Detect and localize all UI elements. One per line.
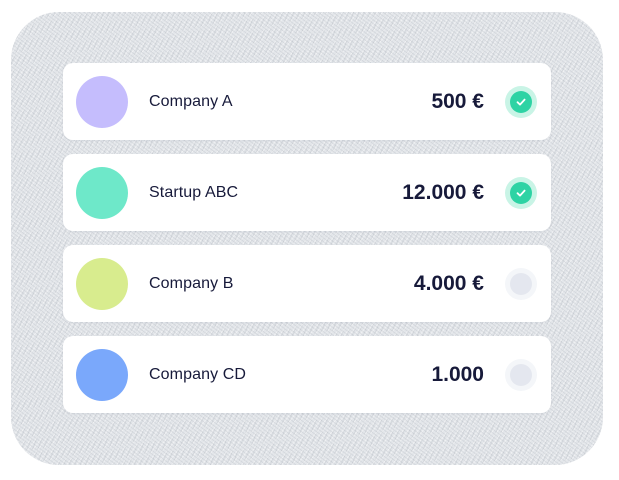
company-name: Startup ABC: [149, 184, 239, 201]
payment-checkbox[interactable]: [505, 359, 537, 391]
payment-amount: 4.000 €: [413, 272, 484, 295]
company-avatar: [76, 76, 128, 128]
payment-row-company-b[interactable]: Company B 4.000 €: [63, 245, 551, 322]
company-avatar: [76, 167, 128, 219]
payment-checkbox[interactable]: [505, 268, 537, 300]
check-icon: [516, 98, 526, 106]
payment-amount: 500 €: [431, 90, 484, 113]
check-icon: [516, 189, 526, 197]
payment-row-company-a[interactable]: Company A 500 €: [63, 63, 551, 140]
company-avatar: [76, 258, 128, 310]
checkbox-fill: [510, 91, 532, 113]
payment-checkbox[interactable]: [505, 86, 537, 118]
payment-row-startup-abc[interactable]: Startup ABC 12.000 €: [63, 154, 551, 231]
payment-amount: 1.000: [431, 363, 484, 386]
company-name: Company CD: [149, 366, 247, 383]
payment-amount: 12.000 €: [402, 181, 484, 204]
company-name: Company B: [149, 275, 234, 292]
checkbox-fill: [510, 364, 532, 386]
payment-row-company-cd[interactable]: Company CD 1.000: [63, 336, 551, 413]
payment-list: Company A 500 € Startup ABC 12.000 € Com…: [63, 63, 551, 427]
company-avatar: [76, 349, 128, 401]
payment-checkbox[interactable]: [505, 177, 537, 209]
company-name: Company A: [149, 93, 233, 110]
checkbox-fill: [510, 182, 532, 204]
checkbox-fill: [510, 273, 532, 295]
